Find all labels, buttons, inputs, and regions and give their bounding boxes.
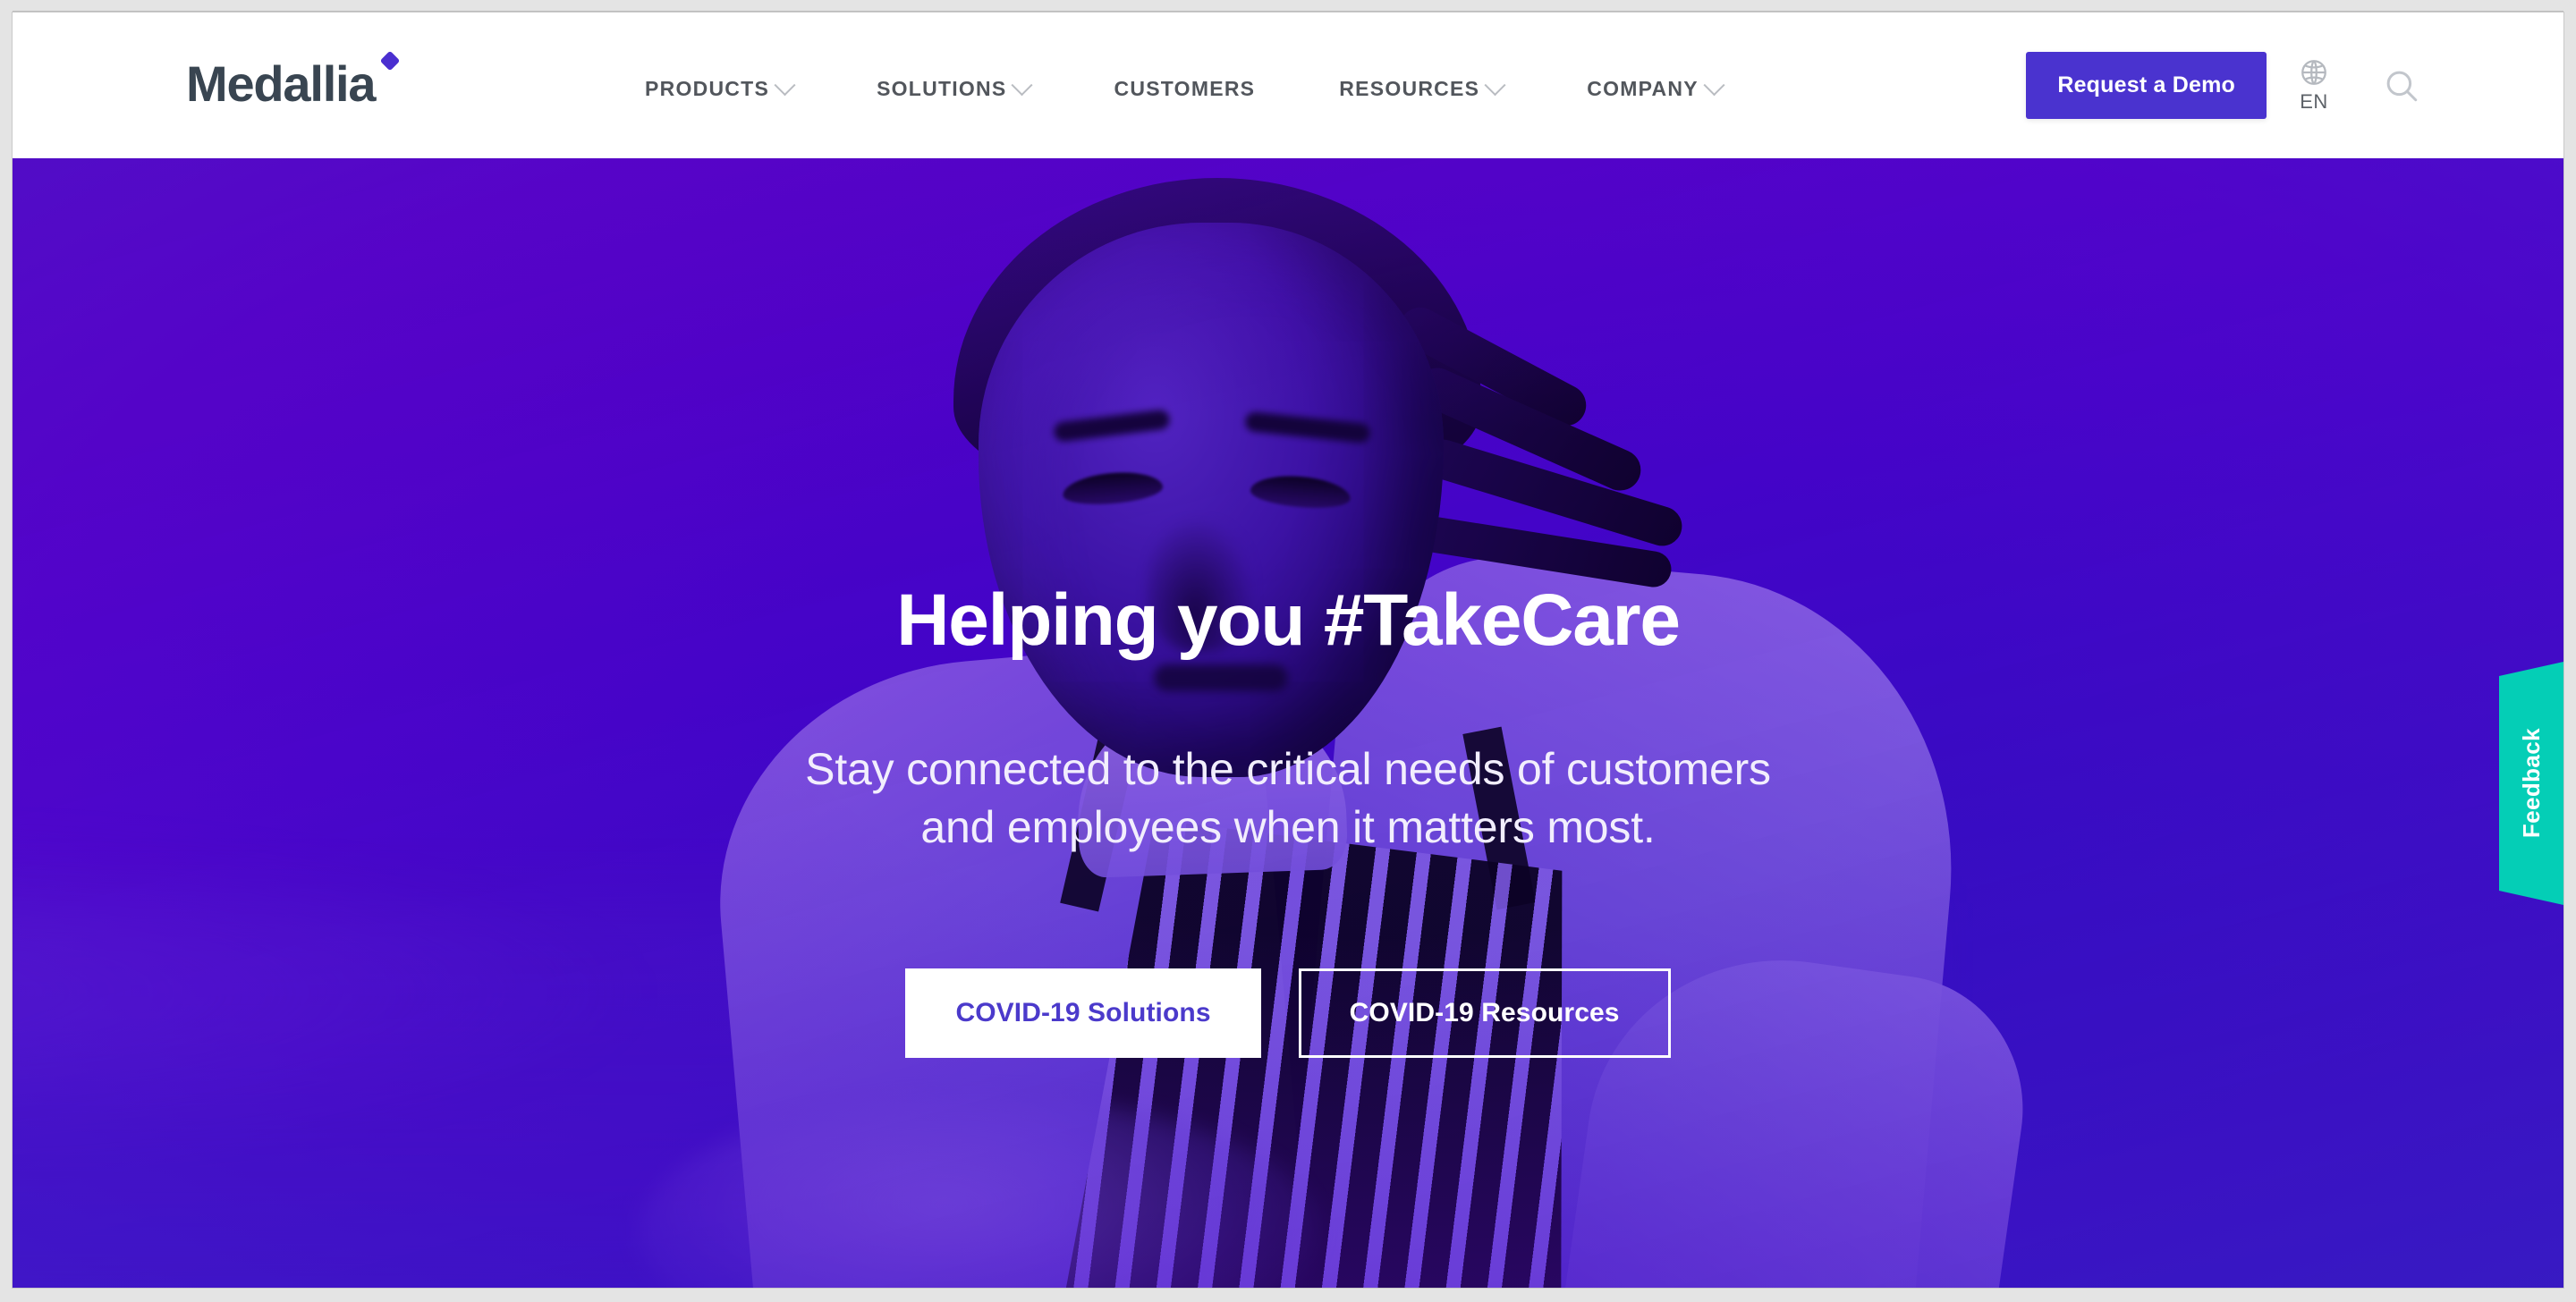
page-frame: Medallia PRODUCTS SOLUTIONS CUSTOMERS RE…	[13, 13, 2563, 1288]
nav-item-products[interactable]: PRODUCTS	[603, 74, 835, 101]
feedback-tab[interactable]: Feedback	[2499, 662, 2563, 905]
site-header: Medallia PRODUCTS SOLUTIONS CUSTOMERS RE…	[13, 13, 2563, 158]
chevron-down-icon	[774, 74, 796, 97]
language-code-label: EN	[2300, 90, 2328, 113]
hero-cta-group: COVID-19 Solutions COVID-19 Resources	[905, 968, 1671, 1058]
browser-viewport: Medallia PRODUCTS SOLUTIONS CUSTOMERS RE…	[0, 0, 2576, 1302]
search-icon	[2386, 71, 2418, 101]
chevron-down-icon	[1484, 74, 1506, 97]
nav-item-company[interactable]: COMPANY	[1545, 74, 1764, 101]
main-navigation: PRODUCTS SOLUTIONS CUSTOMERS RESOURCES C…	[603, 74, 1764, 101]
nav-item-customers[interactable]: CUSTOMERS	[1072, 77, 1297, 101]
nav-label-solutions: SOLUTIONS	[877, 77, 1007, 100]
nav-label-products: PRODUCTS	[645, 77, 770, 100]
chevron-down-icon	[1011, 74, 1034, 97]
covid-resources-button[interactable]: COVID-19 Resources	[1298, 968, 1671, 1058]
nav-label-customers: CUSTOMERS	[1114, 77, 1256, 100]
hero-section: Helping you #TakeCare Stay connected to …	[13, 158, 2563, 1288]
request-demo-button[interactable]: Request a Demo	[2026, 52, 2267, 119]
nav-item-solutions[interactable]: SOLUTIONS	[835, 74, 1072, 101]
photo-nose	[1147, 520, 1254, 652]
feedback-tab-label: Feedback	[2517, 728, 2545, 839]
language-switcher[interactable]: EN	[2299, 57, 2329, 114]
nav-label-resources: RESOURCES	[1339, 77, 1480, 100]
covid-solutions-button[interactable]: COVID-19 Solutions	[905, 968, 1261, 1058]
logo-diamond-icon	[379, 50, 401, 72]
medallia-logo[interactable]: Medallia	[186, 50, 401, 109]
logo-wordmark: Medallia	[186, 55, 377, 112]
globe-icon	[2301, 60, 2326, 85]
photo-chef-figure	[639, 158, 2070, 1288]
header-actions: Request a Demo EN	[2026, 52, 2420, 119]
photo-mouth	[1154, 664, 1288, 691]
search-button[interactable]	[2383, 67, 2420, 105]
photo-counter-highlight	[13, 832, 657, 1154]
nav-label-company: COMPANY	[1587, 77, 1699, 100]
nav-item-resources[interactable]: RESOURCES	[1297, 74, 1545, 101]
chevron-down-icon	[1703, 74, 1725, 97]
hero-background-photo	[13, 158, 2563, 1288]
